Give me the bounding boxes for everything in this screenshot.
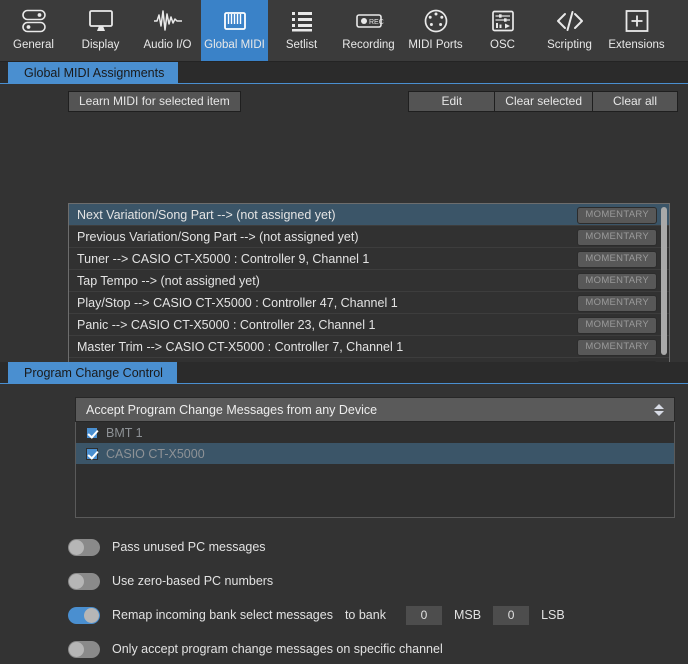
osc-mixer-icon <box>486 6 520 36</box>
zero-based-pc-toggle[interactable] <box>68 572 100 590</box>
global-midi-section-title: Global MIDI Assignments <box>8 62 179 84</box>
device-name: BMT 1 <box>106 425 143 440</box>
list-item[interactable]: CASIO CT-X5000 <box>76 443 674 464</box>
global-midi-button-row: Learn MIDI for selected item Edit Clear … <box>0 84 688 118</box>
tab-audio-io[interactable]: Audio I/O <box>134 0 201 61</box>
remap-bank-select-row: Remap incoming bank select messages to b… <box>0 600 688 630</box>
table-row[interactable]: Master Trim --> CASIO CT-X5000 : Control… <box>69 336 669 358</box>
program-change-section-header: Program Change Control <box>0 362 688 384</box>
learn-midi-button[interactable]: Learn MIDI for selected item <box>68 91 241 112</box>
status-badge[interactable]: MOMENTARY <box>577 295 657 312</box>
remap-bank-select-label: Remap incoming bank select messages <box>112 608 333 622</box>
tab-setlist-label: Setlist <box>285 39 318 52</box>
tab-scripting-label: Scripting <box>547 39 592 52</box>
status-badge[interactable]: MOMENTARY <box>577 251 657 268</box>
plus-box-icon <box>620 6 654 36</box>
midi-assignments-list[interactable]: Next Variation/Song Part --> (not assign… <box>68 203 670 382</box>
status-badge[interactable]: MOMENTARY <box>577 317 657 334</box>
remap-bank-select-toggle[interactable] <box>68 606 100 624</box>
tab-audio-io-label: Audio I/O <box>143 39 192 52</box>
svg-text:REC: REC <box>369 19 384 26</box>
toggle-knob <box>84 607 99 623</box>
edit-button[interactable]: Edit <box>408 91 495 112</box>
program-change-section-title: Program Change Control <box>8 362 177 384</box>
assignment-action-buttons: Edit Clear selected Clear all <box>408 91 678 112</box>
tab-recording-label: Recording <box>342 39 395 52</box>
table-row[interactable]: Tap Tempo --> (not assigned yet) MOMENTA… <box>69 270 669 292</box>
status-badge[interactable]: MOMENTARY <box>577 229 657 246</box>
status-badge[interactable]: MOMENTARY <box>577 207 657 224</box>
status-badge[interactable]: MOMENTARY <box>577 339 657 356</box>
record-icon: REC <box>352 6 386 36</box>
checkbox-checked-icon[interactable] <box>86 426 98 439</box>
table-row[interactable]: Previous Variation/Song Part --> (not as… <box>69 226 669 248</box>
keyboard-icon <box>218 6 252 36</box>
tab-scripting[interactable]: Scripting <box>536 0 603 61</box>
list-icon <box>285 6 319 36</box>
tab-midi-ports-label: MIDI Ports <box>408 39 463 52</box>
checkbox-checked-icon[interactable] <box>86 447 98 460</box>
list-item[interactable]: BMT 1 <box>76 422 674 443</box>
status-badge[interactable]: MOMENTARY <box>577 273 657 290</box>
tab-midi-ports[interactable]: MIDI Ports <box>402 0 469 61</box>
tab-display[interactable]: Display <box>67 0 134 61</box>
waveform-icon <box>151 6 185 36</box>
tab-osc[interactable]: OSC <box>469 0 536 61</box>
program-change-section-body: Accept Program Change Messages from any … <box>0 384 688 664</box>
program-change-device-list[interactable]: BMT 1 CASIO CT-X5000 <box>75 422 675 518</box>
tab-global-midi-label: Global MIDI <box>204 39 265 52</box>
tab-general[interactable]: General <box>0 0 67 61</box>
lsb-field[interactable] <box>493 605 530 625</box>
settings-toolbar: General Display Audio I/O Global MIDI Se… <box>0 0 688 62</box>
chevron-updown-icon <box>654 403 664 416</box>
clear-selected-button[interactable]: Clear selected <box>494 91 592 112</box>
table-row[interactable]: Next Variation/Song Part --> (not assign… <box>69 204 669 226</box>
program-change-options: Pass unused PC messages Use zero-based P… <box>0 532 688 664</box>
tab-display-label: Display <box>81 39 120 52</box>
table-row[interactable]: Play/Stop --> CASIO CT-X5000 : Controlle… <box>69 292 669 314</box>
msb-field[interactable] <box>405 605 442 625</box>
specific-channel-toggle[interactable] <box>68 640 100 658</box>
tab-osc-label: OSC <box>490 39 515 52</box>
tab-extensions[interactable]: Extensions <box>603 0 670 61</box>
clear-all-button[interactable]: Clear all <box>592 91 678 112</box>
zero-based-pc-row: Use zero-based PC numbers <box>0 566 688 596</box>
zero-based-pc-label: Use zero-based PC numbers <box>112 574 274 588</box>
specific-channel-row: Only accept program change messages on s… <box>0 634 688 664</box>
device-name: CASIO CT-X5000 <box>106 446 205 461</box>
pass-unused-pc-row: Pass unused PC messages <box>0 532 688 562</box>
tab-recording[interactable]: REC Recording <box>335 0 402 61</box>
lsb-label: LSB <box>541 608 565 622</box>
global-midi-section-header: Global MIDI Assignments <box>0 62 688 84</box>
program-change-mode-value: Accept Program Change Messages from any … <box>86 402 378 417</box>
table-row[interactable]: Tuner --> CASIO CT-X5000 : Controller 9,… <box>69 248 669 270</box>
monitor-icon <box>84 6 118 36</box>
code-icon <box>553 6 587 36</box>
toggle-knob <box>69 573 84 589</box>
tab-extensions-label: Extensions <box>608 39 665 52</box>
pass-unused-pc-toggle[interactable] <box>68 538 100 556</box>
tab-global-midi[interactable]: Global MIDI <box>201 0 268 61</box>
msb-label: MSB <box>453 608 482 622</box>
toggle-knob <box>69 539 84 555</box>
midi-din-icon <box>419 6 453 36</box>
global-midi-section-body: Learn MIDI for selected item Edit Clear … <box>0 84 688 408</box>
program-change-mode-select[interactable]: Accept Program Change Messages from any … <box>75 397 675 422</box>
sliders-icon <box>17 6 51 36</box>
pass-unused-pc-label: Pass unused PC messages <box>112 540 266 554</box>
specific-channel-label: Only accept program change messages on s… <box>112 642 443 656</box>
table-row[interactable]: Panic --> CASIO CT-X5000 : Controller 23… <box>69 314 669 336</box>
vertical-scrollbar[interactable] <box>661 207 667 355</box>
tab-setlist[interactable]: Setlist <box>268 0 335 61</box>
to-bank-label: to bank <box>344 608 386 622</box>
tab-general-label: General <box>13 39 54 52</box>
toggle-knob <box>69 641 84 657</box>
